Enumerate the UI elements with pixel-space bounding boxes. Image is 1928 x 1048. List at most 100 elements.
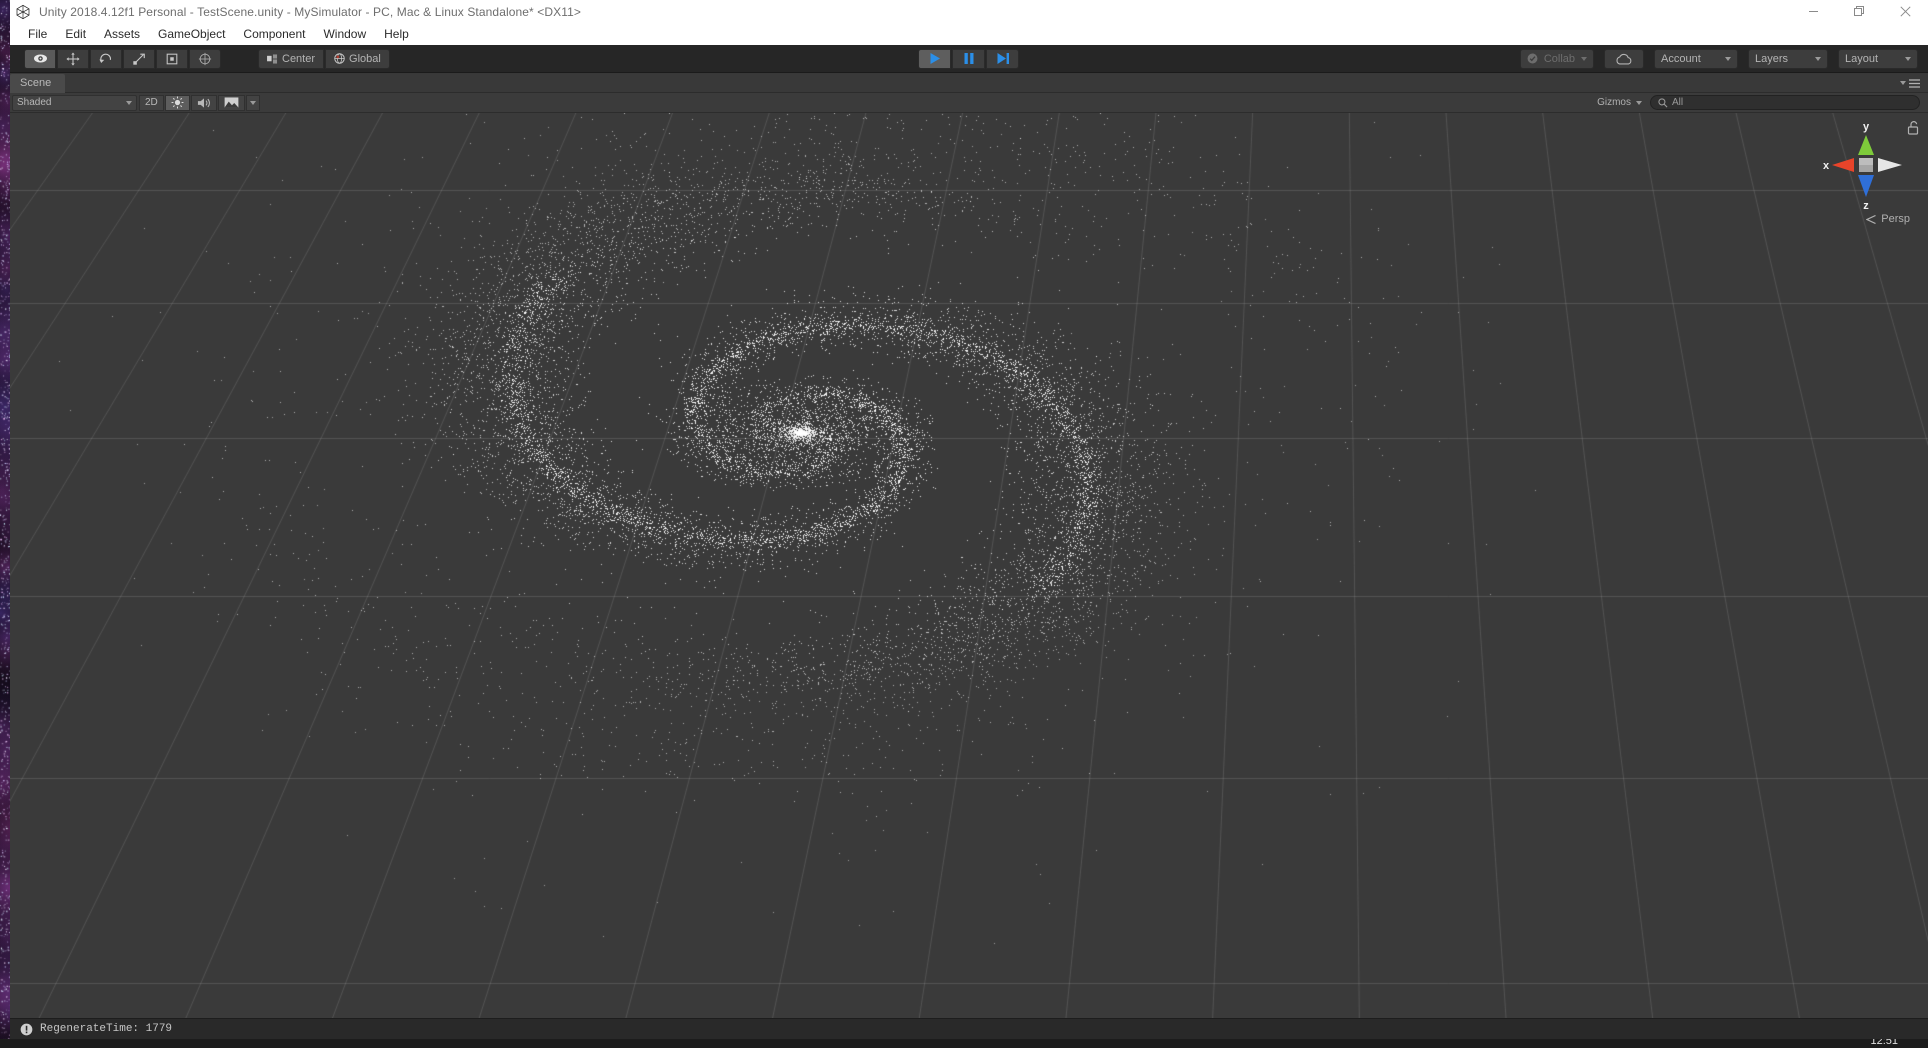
step-button[interactable] [986, 48, 1019, 69]
shading-mode-dropdown[interactable]: Shaded [12, 94, 137, 111]
os-taskbar: 12:51 [0, 1039, 1928, 1048]
menu-item-help[interactable]: Help [375, 25, 418, 43]
gizmos-label: Gizmos [1597, 97, 1631, 108]
toggle-2d-label: 2D [145, 97, 158, 108]
scale-tool-button[interactable] [123, 48, 155, 69]
collab-label: Collab [1543, 52, 1575, 65]
cloud-icon [1616, 53, 1632, 64]
toggle-audio-button[interactable] [190, 94, 217, 111]
rotate-tool-button[interactable] [90, 48, 122, 69]
play-controls-group [918, 48, 1020, 69]
taskbar-clock: 12:51 [1870, 1039, 1898, 1047]
panel-options-button[interactable] [1900, 78, 1920, 88]
cloud-button[interactable] [1604, 48, 1644, 69]
minimize-button[interactable] [1790, 0, 1836, 23]
hand-eye-icon [33, 54, 47, 63]
step-icon [997, 53, 1009, 64]
scene-view-toolbar: Shaded 2D Gizmos All [10, 93, 1928, 113]
projection-label-text: Persp [1881, 213, 1910, 225]
shading-mode-label: Shaded [17, 97, 52, 108]
scene-tab-label: Scene [20, 77, 52, 89]
play-icon [930, 53, 940, 64]
status-message: RegenerateTime: 1779 [40, 1023, 173, 1035]
pivot-mode-label: Center [282, 52, 316, 65]
pause-button[interactable] [952, 48, 985, 69]
move-tool-button[interactable] [57, 48, 89, 69]
globe-icon [334, 53, 345, 64]
projection-mode-label[interactable]: Persp [1866, 213, 1910, 225]
axis-x-cone [1832, 158, 1854, 172]
main-toolbar: Center Global Collab Account Layers Layo… [10, 45, 1928, 73]
pivot-center-icon [267, 53, 278, 64]
galaxy-particle-system [10, 113, 1928, 1018]
move-arrows-icon [66, 51, 80, 66]
collab-check-icon [1527, 53, 1538, 64]
play-button[interactable] [918, 48, 951, 69]
restore-button[interactable] [1836, 0, 1882, 23]
chevron-down-icon [126, 100, 132, 105]
search-icon [1658, 97, 1668, 107]
pause-icon [964, 53, 973, 64]
gizmos-dropdown[interactable]: Gizmos [1593, 95, 1646, 111]
effects-dropdown-button[interactable] [245, 94, 260, 111]
pivot-rotation-label: Global [349, 52, 381, 65]
layout-label: Layout [1845, 52, 1879, 65]
menu-bar: File Edit Assets GameObject Component Wi… [10, 23, 1928, 45]
hand-tool-button[interactable] [24, 48, 56, 69]
image-effects-icon [224, 97, 239, 108]
rect-tool-button[interactable] [156, 48, 188, 69]
sun-lighting-icon [171, 96, 184, 109]
menu-item-assets[interactable]: Assets [95, 25, 149, 43]
toggle-lighting-button[interactable] [164, 94, 190, 111]
scale-icon [133, 53, 145, 65]
scene-axis-gizmo[interactable]: y z x [1818, 117, 1914, 217]
rect-transform-icon [166, 53, 178, 64]
window-title: Unity 2018.4.12f1 Personal - TestScene.u… [39, 4, 581, 19]
menu-item-edit[interactable]: Edit [56, 25, 95, 43]
layers-label: Layers [1755, 52, 1789, 65]
chevron-down-icon [1900, 81, 1906, 85]
axis-z-label: z [1863, 200, 1869, 212]
unity-editor-window: Unity 2018.4.12f1 Personal - TestScene.u… [10, 0, 1928, 1048]
menu-item-gameobject[interactable]: GameObject [149, 25, 234, 43]
transform-icon [198, 52, 212, 65]
toggle-2d-button[interactable]: 2D [139, 94, 164, 111]
layout-dropdown[interactable]: Layout [1838, 48, 1918, 69]
account-label: Account [1661, 52, 1701, 65]
pivot-mode-button[interactable]: Center [258, 48, 325, 69]
chevron-down-icon [1905, 56, 1911, 61]
toolbar-right-group: Collab Account Layers Layout [1519, 48, 1928, 69]
close-button[interactable] [1882, 0, 1928, 23]
chevron-down-icon [249, 100, 256, 105]
axis-y-label: y [1863, 121, 1870, 133]
chevron-down-icon [1725, 56, 1731, 61]
scene-viewport[interactable]: y z x Persp [10, 113, 1928, 1018]
unlocked-padlock-icon [1907, 121, 1919, 135]
chevron-down-icon [1581, 56, 1587, 61]
audio-speaker-icon [197, 97, 210, 108]
axis-x-label: x [1823, 160, 1830, 172]
menu-item-component[interactable]: Component [234, 25, 314, 43]
axis-neg-x-cone [1878, 158, 1902, 172]
transform-tools-group [24, 48, 222, 69]
unity-logo-icon [16, 4, 30, 19]
layers-dropdown[interactable]: Layers [1748, 48, 1828, 69]
gizmo-lock-button[interactable] [1907, 121, 1919, 140]
pivot-tools-group: Center Global [258, 48, 391, 69]
chevron-down-icon [1815, 56, 1821, 61]
scene-tab-bar: Scene [10, 73, 1928, 93]
axis-y-cone [1858, 135, 1874, 155]
transform-tool-button[interactable] [189, 48, 221, 69]
tab-scene[interactable]: Scene [10, 73, 66, 93]
pivot-rotation-button[interactable]: Global [325, 48, 390, 69]
gizmo-search-input[interactable]: All [1650, 95, 1920, 110]
menu-item-file[interactable]: File [19, 25, 56, 43]
account-dropdown[interactable]: Account [1654, 48, 1738, 69]
status-bar[interactable]: RegenerateTime: 1779 [10, 1018, 1928, 1039]
toggle-effects-button[interactable] [217, 94, 245, 111]
window-controls [1790, 0, 1928, 23]
chevron-down-icon [1636, 100, 1642, 105]
collab-button[interactable]: Collab [1519, 48, 1594, 69]
axis-z-cone [1858, 175, 1874, 197]
menu-item-window[interactable]: Window [314, 25, 375, 43]
